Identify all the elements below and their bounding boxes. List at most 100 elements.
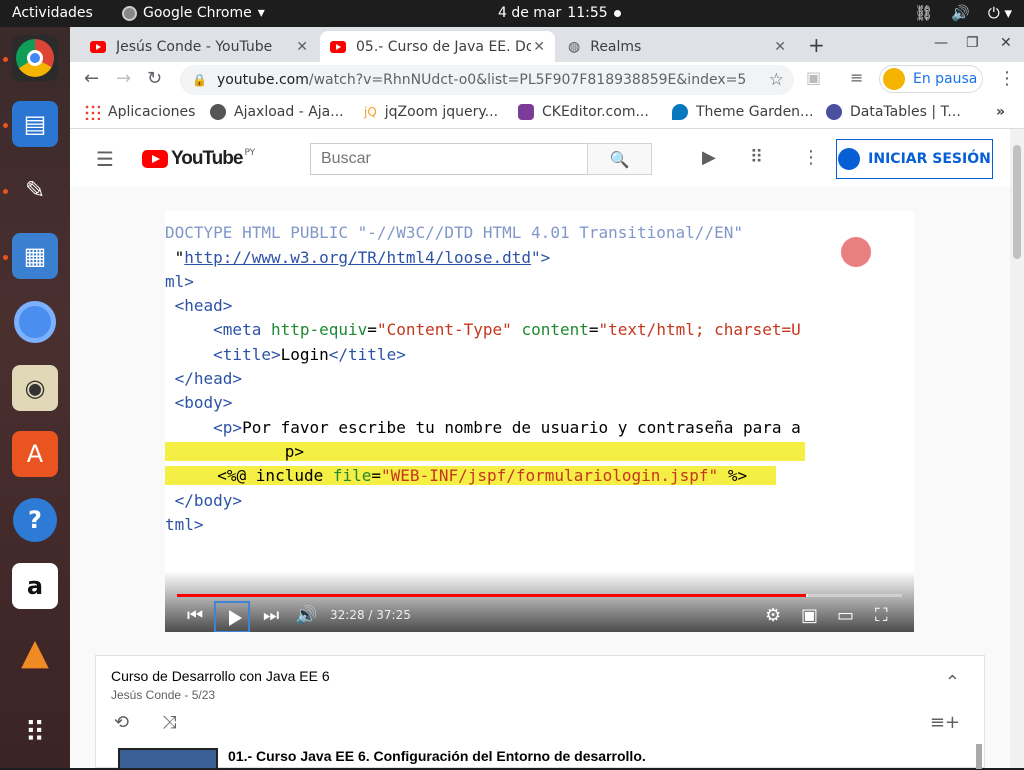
page-scrollbar[interactable] [1010,129,1024,768]
show-applications-icon[interactable]: ⠿ [12,709,58,755]
play-button[interactable] [214,601,250,632]
tab-label: Realms [590,38,642,55]
reload-icon[interactable]: ↻ [147,68,162,89]
youtube-header: ☰ YouTube PY 🔍 ▶︎ ⠿ ⋮ INICIAR SESIÓN [70,129,1010,187]
miniplayer-icon[interactable]: ▣ [801,605,818,626]
rhythmbox-icon[interactable]: ◉ [12,365,58,411]
code-line: <p>Por favor escribe tu nombre de usuari… [165,417,801,437]
bookmark-jqzoom[interactable]: jQ jqZoom jquery... [364,104,498,120]
tab-label: 05.- Curso de Java EE. Dor [356,38,531,55]
running-indicator [3,123,8,128]
vlc-icon[interactable]: ▲ [12,629,58,675]
tab-jesus-conde[interactable]: Jesús Conde - YouTube ✕ [80,31,318,62]
playlist-subtitle: Jesús Conde - 5/23 [111,688,216,702]
playlist-title[interactable]: Curso de Desarrollo con Java EE 6 [111,668,330,684]
previous-icon[interactable]: ⏮ [187,605,203,626]
progress-bar[interactable] [177,594,902,597]
tab-active-video[interactable]: 05.- Curso de Java EE. Dor ✕ [320,31,555,62]
apps-grid-icon [84,104,100,120]
youtube-logo[interactable]: YouTube PY [142,148,255,170]
url-text: youtube.com/watch?v=RhnNUdct-o0&list=PL5… [217,72,746,88]
settings-more-icon[interactable]: ⋮ [802,147,820,168]
youtube-play-logo-icon [142,150,168,168]
chromium-icon[interactable] [12,299,58,345]
close-tab-icon[interactable]: ✕ [774,39,786,55]
system-tray[interactable]: ⛓ 🔊 ⏻ ▾ [914,4,1012,22]
bookmark-star-icon[interactable]: ☆ [769,70,784,90]
search-button[interactable]: 🔍 [587,143,652,175]
tab-realms[interactable]: ◍ Realms ✕ [558,31,796,62]
globe-icon [210,104,226,120]
account-icon [838,148,861,170]
address-bar[interactable]: 🔒 youtube.com/watch?v=RhnNUdct-o0&list=P… [180,65,794,95]
clock-time: 11:55 [567,5,608,21]
volume-icon: 🔊 [951,4,970,22]
minimize-icon[interactable]: — [934,35,948,51]
bookmark-theme-garden[interactable]: Theme Garden... [672,104,813,120]
running-indicator [3,57,8,62]
code-line: <title>Login</title> [165,344,406,364]
hamburger-menu-icon[interactable]: ☰ [96,147,114,171]
create-video-icon[interactable]: ▶︎ [702,147,716,168]
add-to-playlist-icon[interactable]: ≡+ [930,712,960,733]
graphics-editor-icon[interactable]: ✎ [12,167,58,213]
close-window-icon[interactable]: ✕ [1000,35,1012,51]
ckeditor-icon [518,104,534,120]
more-bookmarks-icon[interactable]: » [996,104,1005,120]
volume-icon[interactable]: 🔊 [295,605,317,626]
played-bar [177,594,806,597]
new-tab-button[interactable]: + [808,33,825,57]
restore-icon[interactable]: ❐ [966,35,979,51]
youtube-page: ☰ YouTube PY 🔍 ▶︎ ⠿ ⋮ INICIAR SESIÓN DOC… [70,129,1010,770]
app-menu[interactable]: Google Chrome ▾ [122,5,265,21]
chrome-menu-icon[interactable]: ⋮ [998,68,1016,89]
code-line: <head> [165,296,233,316]
video-player[interactable]: DOCTYPE HTML PUBLIC "-//W3C//DTD HTML 4.… [165,211,914,632]
next-icon[interactable]: ⏭ [263,605,279,626]
bookmark-ajaxload[interactable]: Ajaxload - Aja... [210,104,344,120]
search-input[interactable] [310,143,588,175]
scrollbar-thumb[interactable] [1013,145,1021,259]
settings-gear-icon[interactable]: ⚙ [765,605,781,626]
tab-strip: Jesús Conde - YouTube ✕ 05.- Curso de Ja… [70,27,1024,62]
software-center-icon[interactable]: A [12,431,58,477]
playlist-item[interactable]: 01.- Curso Java EE 6. Configuración del … [118,748,646,770]
running-indicator [3,255,8,260]
help-icon[interactable]: ? [12,497,58,543]
activities-button[interactable]: Actividades [12,5,93,21]
profile-button[interactable]: En pausa [879,65,983,93]
lock-icon: 🔒 [192,73,207,87]
forward-arrow-icon[interactable]: → [116,68,131,89]
bookmark-label: Ajaxload - Aja... [234,104,344,120]
shuffle-icon[interactable]: ⤨ [162,712,176,733]
chrome-window: Jesús Conde - YouTube ✕ 05.- Curso de Ja… [70,27,1024,770]
code-line: tml> [165,514,204,534]
amazon-icon[interactable]: a [12,563,58,609]
playlist-scrollbar[interactable] [976,744,982,769]
bookmark-apps[interactable]: Aplicaciones [84,104,195,120]
collapse-chevron-icon[interactable]: ⌃ [945,672,960,693]
media-control-icon[interactable]: ≡ [850,68,863,87]
clock[interactable]: 4 de mar 11:55 [498,5,621,21]
code-line: </body> [165,490,243,510]
bookmark-label: DataTables | T... [850,104,961,120]
close-tab-icon[interactable]: ✕ [533,39,545,55]
apps-grid-icon[interactable]: ⠿ [750,147,763,168]
signin-button[interactable]: INICIAR SESIÓN [836,139,993,179]
signin-label: INICIAR SESIÓN [868,151,991,167]
files-icon[interactable]: ▦ [12,233,58,279]
power-icon: ⏻ ▾ [987,4,1012,22]
chrome-launcher-icon[interactable] [12,35,58,81]
system-top-bar: Actividades Google Chrome ▾ 4 de mar 11:… [0,0,1024,27]
bookmark-ckeditor[interactable]: CKEditor.com... [518,104,649,120]
theater-mode-icon[interactable]: ▭ [837,605,854,626]
back-arrow-icon[interactable]: ← [84,68,99,89]
extension-icon[interactable]: ▣ [806,68,821,87]
bookmark-datatables[interactable]: DataTables | T... [826,104,961,120]
youtube-favicon-icon [90,40,106,53]
loop-icon[interactable]: ⟲ [114,712,129,733]
close-tab-icon[interactable]: ✕ [296,39,308,55]
libreoffice-writer-icon[interactable]: ▤ [12,101,58,147]
fullscreen-icon[interactable]: ⛶ [875,605,888,626]
clock-date: 4 de mar [498,5,562,21]
